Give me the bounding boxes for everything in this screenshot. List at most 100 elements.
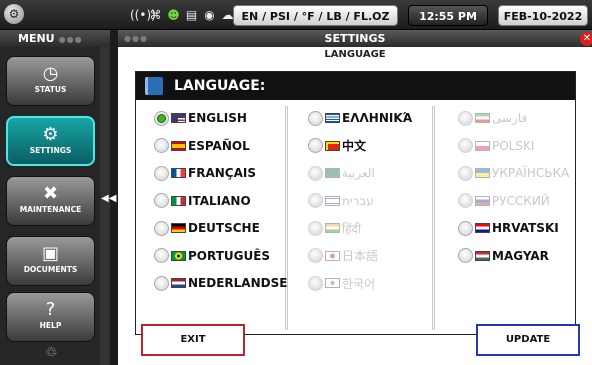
language-radio[interactable]: [308, 110, 323, 126]
sidebar-menu: MENU ●●● ◀◀ ◷ STATUS ⚙ SETTINGS ✖ MAINTEN…: [0, 30, 116, 365]
language-option[interactable]: DEUTSCHE: [154, 217, 260, 239]
flag-gr-icon: [325, 113, 340, 123]
language-option: עברית: [308, 190, 374, 212]
flag-ir-icon: [475, 113, 490, 123]
flag-de-icon: [171, 223, 186, 233]
language-radio[interactable]: [154, 193, 169, 208]
language-radio[interactable]: [154, 165, 169, 181]
sidebar-item-maintenance[interactable]: ✖ MAINTENANCE: [6, 176, 95, 226]
clock-time: 12:55 PM: [408, 5, 488, 26]
language-label: РУССКИЙ: [492, 193, 550, 208]
flag-kr-icon: [325, 278, 340, 288]
language-option[interactable]: ΕΛΛΗΝΙΚΆ: [308, 107, 412, 129]
status-gauge-icon: ◷: [42, 63, 59, 84]
close-icon[interactable]: ✕: [580, 32, 592, 46]
flag-ru-icon: [475, 195, 490, 206]
flag-il-icon: [325, 195, 340, 206]
settings-panel: ●●● SETTINGS ✕ LANGUAGE LANGUAGE: ENGLIS…: [118, 30, 592, 365]
sidebar-item-documents[interactable]: ▣ DOCUMENTS: [6, 236, 95, 286]
book-icon: [145, 77, 163, 95]
column-divider: [432, 106, 435, 330]
flag-cn-icon: [325, 140, 340, 151]
flag-jp-icon: [325, 250, 340, 261]
update-button[interactable]: UPDATE: [476, 324, 580, 356]
language-label: MAGYAR: [492, 248, 549, 263]
language-option: 한국어: [308, 272, 375, 294]
language-option: हिंदी: [308, 217, 361, 239]
flag-sa-icon: [325, 168, 340, 178]
language-option: فارسی: [458, 107, 527, 129]
recycle-icon[interactable]: ♲: [45, 345, 58, 361]
language-heading: LANGUAGE:: [174, 78, 266, 94]
gear-logo-icon[interactable]: ⚙: [4, 4, 24, 24]
exit-button[interactable]: EXIT: [141, 324, 245, 356]
sidebar-item-label: STATUS: [34, 85, 67, 94]
menu-title: MENU: [18, 32, 55, 45]
language-option: РУССКИЙ: [458, 190, 550, 212]
help-icon: ?: [45, 299, 56, 320]
language-option[interactable]: MAGYAR: [458, 245, 549, 267]
language-radio[interactable]: [458, 248, 473, 263]
language-option[interactable]: ENGLISH: [154, 107, 247, 129]
language-radio: [458, 193, 473, 208]
sidebar-item-label: MAINTENANCE: [19, 205, 82, 214]
language-radio[interactable]: [154, 248, 169, 263]
language-label: 日本語: [342, 249, 379, 263]
language-radio: [308, 220, 323, 236]
sidebar-item-settings[interactable]: ⚙ SETTINGS: [6, 116, 95, 166]
language-option[interactable]: ESPAÑOL: [154, 135, 250, 157]
language-option: 日本語: [308, 245, 378, 267]
language-radio[interactable]: [154, 220, 169, 236]
language-box: LANGUAGE: ENGLISH ESPAÑOL FRANÇAIS ITALIANO…: [135, 71, 576, 335]
language-label: FRANÇAIS: [188, 166, 256, 180]
language-label: УКРАЇНСЬКА: [492, 166, 570, 180]
language-label: 中文: [342, 139, 367, 153]
language-radio[interactable]: [308, 138, 323, 153]
sidebar-item-label: SETTINGS: [29, 146, 72, 155]
person-icon: ☻: [167, 8, 180, 22]
language-option: УКРАЇНСЬКА: [458, 162, 569, 184]
language-columns: ENGLISH ESPAÑOL FRANÇAIS ITALIANO DEUTSCHE PO…: [136, 102, 575, 334]
tools-icon: ✖: [42, 183, 59, 204]
language-label: हिंदी: [342, 221, 361, 236]
language-radio[interactable]: [154, 275, 169, 291]
flag-it-icon: [171, 195, 186, 206]
language-radio: [308, 193, 323, 208]
language-label: HRVATSKI: [492, 221, 559, 235]
language-label: NEDERLANDSE: [188, 276, 288, 290]
page-subtitle: LANGUAGE: [324, 49, 386, 60]
language-option[interactable]: HRVATSKI: [458, 217, 559, 239]
language-option[interactable]: NEDERLANDSE: [154, 272, 287, 294]
units-indicator[interactable]: EN / PSI / °F / LB / FL.OZ: [233, 5, 398, 26]
language-radio[interactable]: [458, 220, 473, 236]
wifi-icon: ((•)): [130, 8, 156, 22]
sidebar-item-label: HELP: [39, 321, 62, 330]
collapse-arrow-icon[interactable]: ◀◀: [101, 193, 116, 204]
language-option[interactable]: 中文: [308, 135, 366, 157]
language-option[interactable]: FRANÇAIS: [154, 162, 256, 184]
language-radio[interactable]: [154, 138, 169, 153]
document-icon: ▤: [185, 8, 198, 22]
flag-us-icon: [171, 113, 186, 123]
network-icon: ⌘: [149, 8, 162, 22]
sidebar-item-status[interactable]: ◷ STATUS: [6, 56, 95, 106]
bug-icon: ◉: [204, 8, 215, 22]
language-option: العربية: [308, 162, 375, 184]
flag-nl-icon: [171, 278, 186, 288]
language-label: ENGLISH: [188, 111, 247, 125]
column-divider: [285, 106, 288, 330]
language-option: POLSKI: [458, 135, 534, 157]
language-radio[interactable]: [154, 110, 169, 126]
language-label: ITALIANO: [188, 193, 251, 208]
language-label: 한국어: [342, 276, 376, 291]
language-label: ΕΛΛΗΝΙΚΆ: [342, 111, 413, 125]
flag-hr-icon: [475, 223, 490, 233]
language-label: ESPAÑOL: [188, 138, 250, 153]
settings-gear-icon: ⚙: [42, 124, 59, 145]
language-option[interactable]: ITALIANO: [154, 190, 251, 212]
panel-title: SETTINGS: [324, 32, 386, 45]
language-option[interactable]: PORTUGUÊS: [154, 245, 270, 267]
flag-es-icon: [171, 140, 186, 151]
sidebar-item-help[interactable]: ? HELP: [6, 292, 95, 342]
language-radio: [308, 165, 323, 181]
